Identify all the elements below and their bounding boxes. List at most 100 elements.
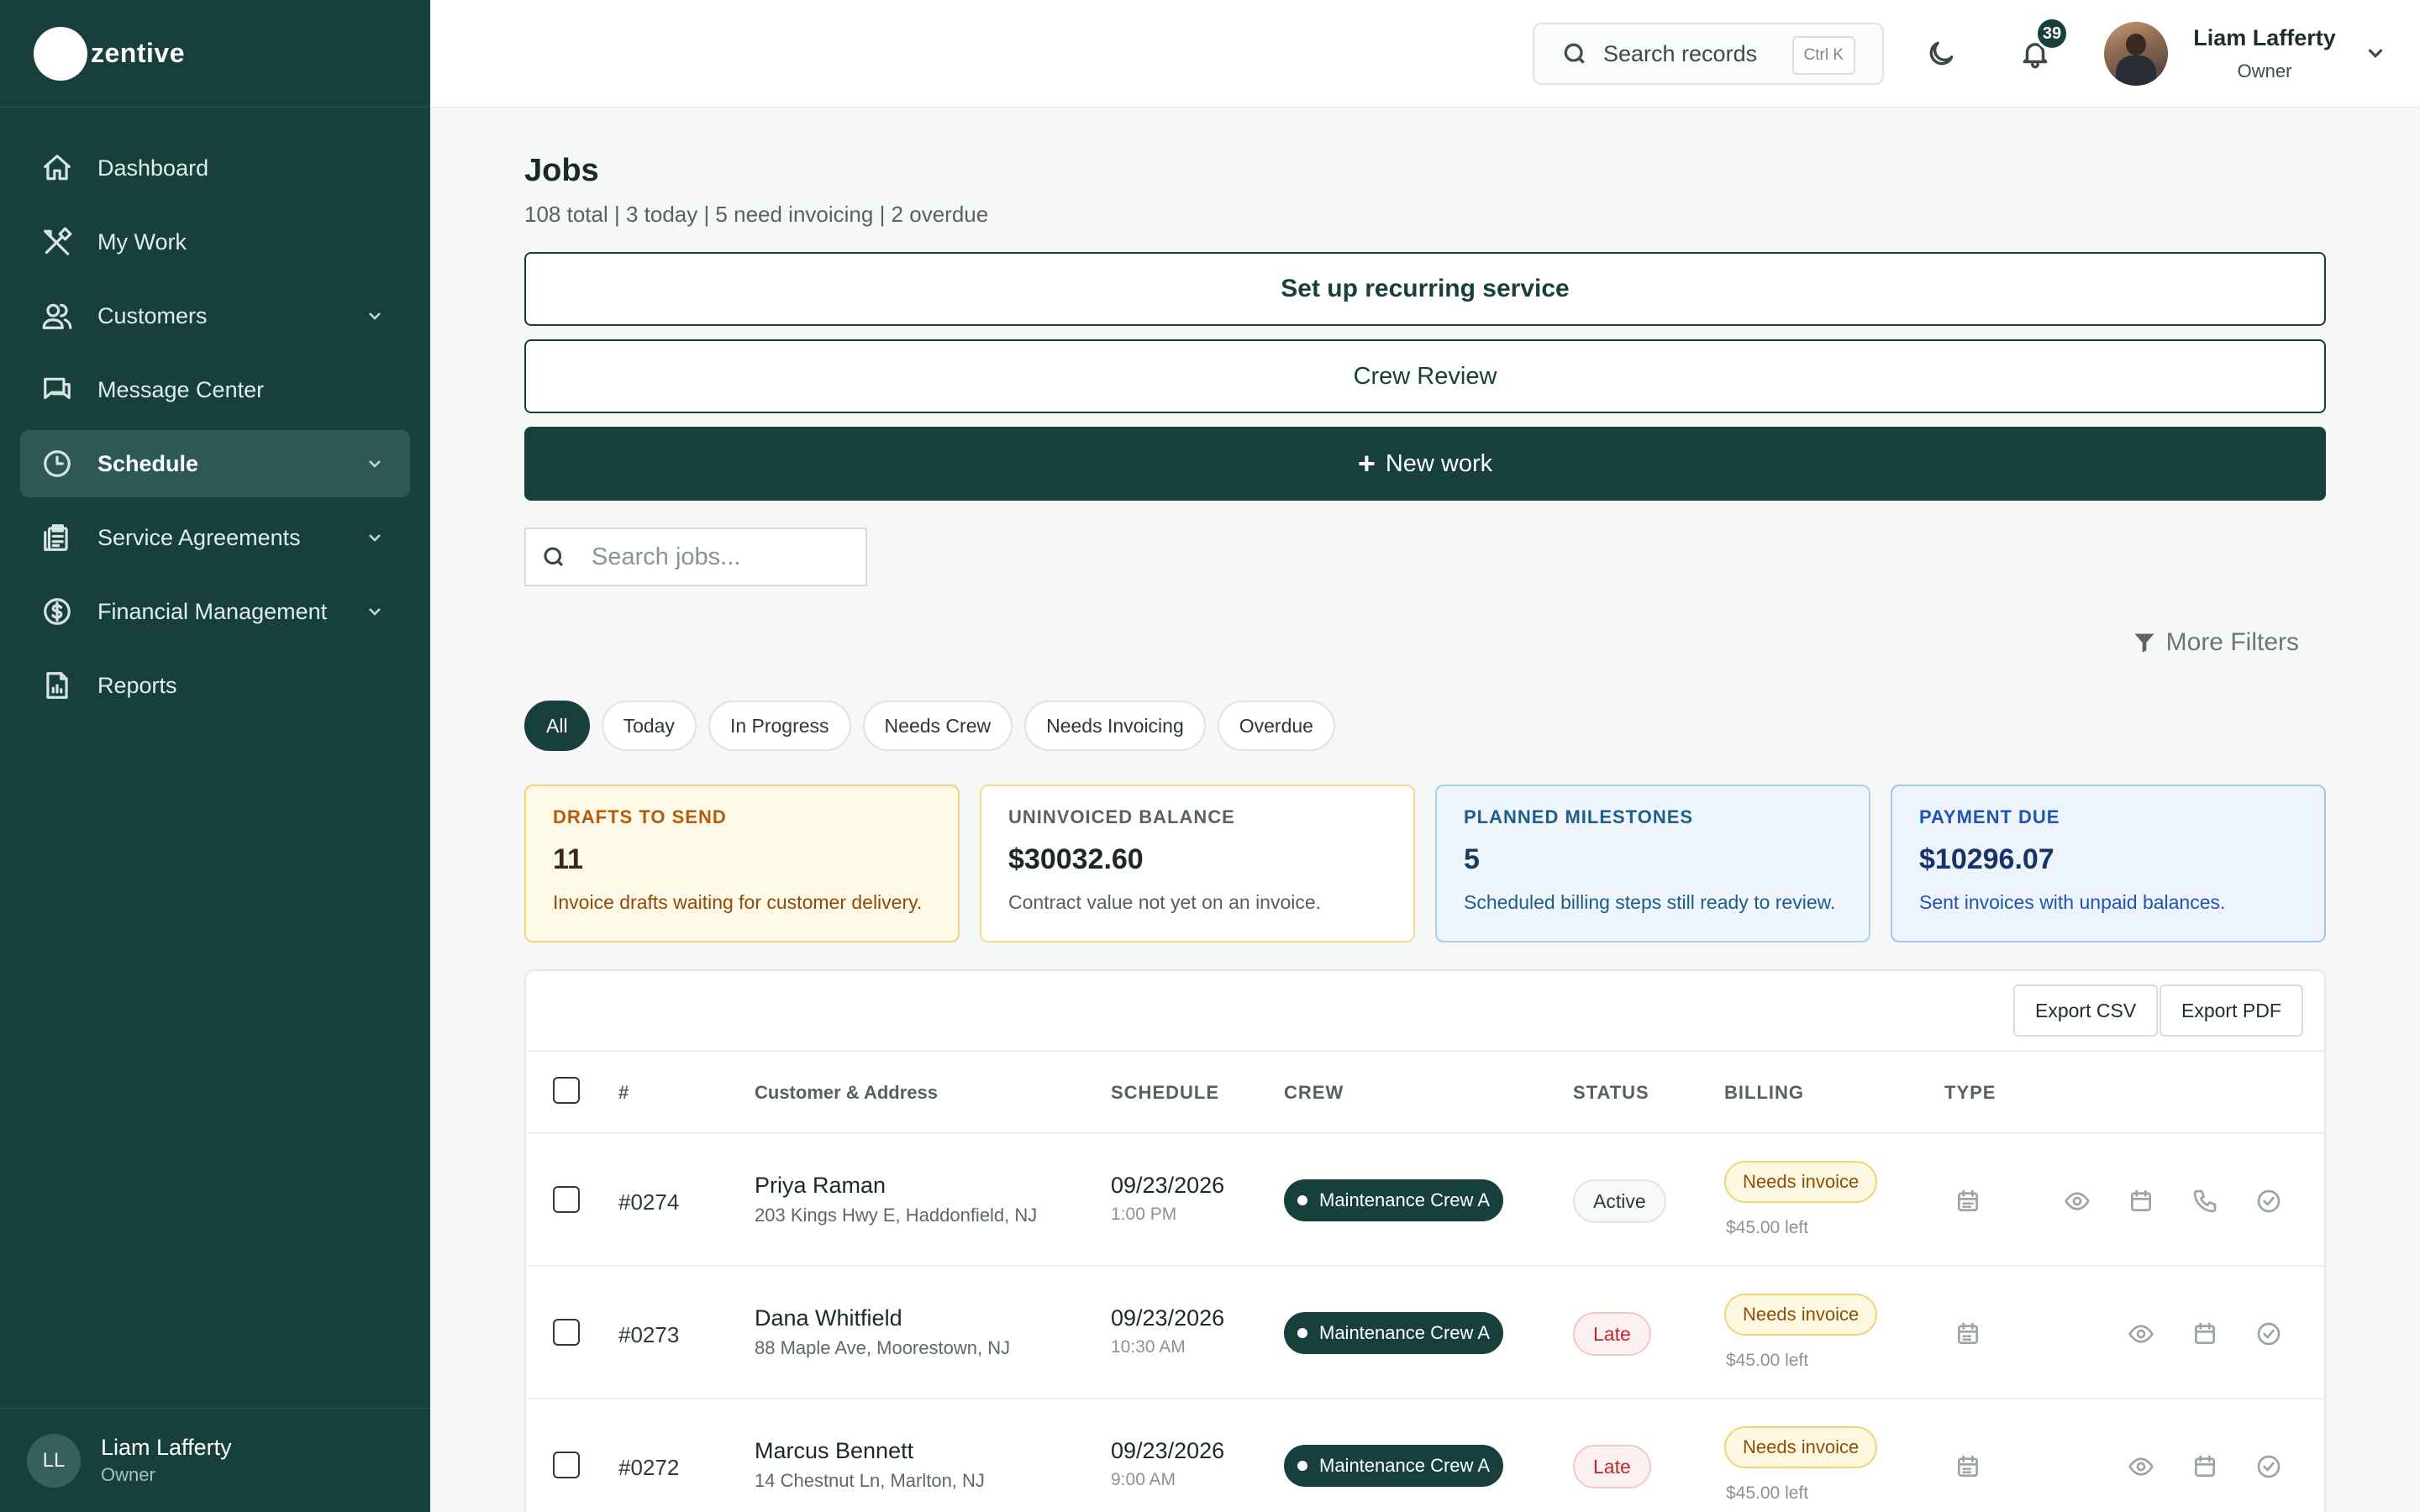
chevron-down-icon[interactable] [365, 528, 385, 548]
page-title: Jobs [524, 153, 599, 188]
table-toolbar: Export CSV Export PDF [526, 971, 2324, 1052]
card-uninvoiced-balance[interactable]: UNINVOICED BALANCE $30032.60 Contract va… [980, 785, 1415, 942]
filter-chip-needs-invoicing[interactable]: Needs Invoicing [1024, 701, 1206, 751]
header-crew[interactable]: CREW [1284, 1082, 1344, 1104]
avatar[interactable] [2104, 22, 2168, 86]
customer-address: 88 Maple Ave, Moorestown, NJ [755, 1337, 1011, 1358]
card-description: Invoice drafts waiting for customer deli… [553, 891, 923, 913]
table-row[interactable]: #0274 Priya Raman 203 Kings Hwy E, Haddo… [526, 1134, 2324, 1267]
search-icon [544, 547, 564, 567]
status-badge: Active [1573, 1179, 1666, 1223]
check-circle-icon[interactable] [2255, 1453, 2282, 1480]
sidebar-item-my-work[interactable]: My Work [20, 208, 410, 276]
billing-remaining: $45.00 left [1726, 1351, 1809, 1370]
filter-chip-needs-crew[interactable]: Needs Crew [862, 701, 1013, 751]
customer-name[interactable]: Priya Raman [755, 1173, 886, 1199]
type-calendar-icon [1954, 1320, 1981, 1347]
select-all-checkbox[interactable] [553, 1077, 580, 1104]
crew-review-button[interactable]: Crew Review [524, 339, 2326, 413]
billing-badge[interactable]: Needs invoice [1724, 1294, 1878, 1336]
job-number[interactable]: #0274 [618, 1189, 679, 1215]
table-row[interactable]: #0273 Dana Whitfield 88 Maple Ave, Moore… [526, 1267, 2324, 1399]
view-eye-icon[interactable] [2064, 1188, 2091, 1215]
crew-badge[interactable]: Maintenance Crew A [1284, 1179, 1503, 1221]
view-eye-icon[interactable] [2128, 1453, 2154, 1480]
schedule-time: 1:00 PM [1111, 1205, 1177, 1224]
sidebar-item-label: My Work [97, 228, 187, 255]
sidebar-item-label: Financial Management [97, 598, 328, 624]
header-status[interactable]: STATUS [1573, 1082, 1649, 1104]
header-billing[interactable]: BILLING [1724, 1082, 1804, 1104]
row-checkbox[interactable] [553, 1186, 580, 1213]
filter-chip-in-progress[interactable]: In Progress [708, 701, 851, 751]
sidebar-item-label: Message Center [97, 376, 265, 402]
header-schedule[interactable]: SCHEDULE [1111, 1082, 1219, 1104]
filter-chip-all[interactable]: All [524, 701, 590, 751]
card-title: PLANNED MILESTONES [1464, 806, 1694, 827]
theme-toggle-button[interactable] [1918, 30, 1965, 77]
job-number[interactable]: #0272 [618, 1455, 679, 1481]
billing-badge[interactable]: Needs invoice [1724, 1426, 1878, 1468]
crew-badge[interactable]: Maintenance Crew A [1284, 1312, 1503, 1354]
sidebar-item-schedule[interactable]: Schedule [20, 430, 410, 497]
row-checkbox[interactable] [553, 1452, 580, 1478]
chevron-down-icon[interactable] [365, 601, 385, 622]
filter-chips: All Today In Progress Needs Crew Needs I… [524, 701, 1347, 751]
billing-badge[interactable]: Needs invoice [1724, 1161, 1878, 1203]
schedule-calendar-icon[interactable] [2191, 1320, 2218, 1347]
schedule-date: 09/23/2026 [1111, 1305, 1225, 1331]
notifications-button[interactable]: 39 [2012, 17, 2069, 77]
more-filters-label: More Filters [2165, 628, 2299, 656]
customer-address: 14 Chestnut Ln, Marlton, NJ [755, 1470, 985, 1491]
search-shortcut-hint: Ctrl K [1791, 36, 1855, 75]
schedule-time: 10:30 AM [1111, 1337, 1186, 1357]
card-planned-milestones[interactable]: PLANNED MILESTONES 5 Scheduled billing s… [1435, 785, 1870, 942]
schedule-calendar-icon[interactable] [2191, 1453, 2218, 1480]
crew-badge[interactable]: Maintenance Crew A [1284, 1445, 1503, 1487]
check-circle-icon[interactable] [2255, 1188, 2282, 1215]
brand-logo-icon [34, 26, 87, 81]
card-value: 11 [553, 843, 583, 875]
table-row[interactable]: #0272 Marcus Bennett 14 Chestnut Ln, Mar… [526, 1399, 2324, 1512]
card-payment-due[interactable]: PAYMENT DUE $10296.07 Sent invoices with… [1891, 785, 2326, 942]
sidebar-item-label: Reports [97, 672, 177, 698]
setup-recurring-service-button[interactable]: Set up recurring service [524, 252, 2326, 326]
chevron-down-icon[interactable] [2363, 40, 2388, 66]
sidebar-item-financial-management[interactable]: Financial Management [20, 578, 410, 645]
sidebar-item-customers[interactable]: Customers [20, 282, 410, 349]
header-customer[interactable]: Customer & Address [755, 1082, 938, 1104]
schedule-time: 9:00 AM [1111, 1470, 1176, 1489]
crew-dot-icon [1297, 1328, 1307, 1338]
brand[interactable]: zentive [0, 0, 430, 108]
filter-chip-overdue[interactable]: Overdue [1217, 701, 1335, 751]
phone-icon[interactable] [2191, 1188, 2218, 1215]
chevron-down-icon[interactable] [365, 306, 385, 326]
sidebar-item-message-center[interactable]: Message Center [20, 356, 410, 423]
filter-chip-today[interactable]: Today [601, 701, 697, 751]
top-user-name[interactable]: Liam Lafferty [2185, 25, 2344, 51]
view-eye-icon[interactable] [2128, 1320, 2154, 1347]
export-csv-button[interactable]: Export CSV [2013, 984, 2159, 1037]
sidebar-item-dashboard[interactable]: Dashboard [20, 134, 410, 202]
chevron-down-icon[interactable] [365, 454, 385, 474]
jobs-search-input[interactable] [592, 543, 860, 571]
job-number[interactable]: #0273 [618, 1322, 679, 1348]
row-checkbox[interactable] [553, 1319, 580, 1346]
new-work-button[interactable]: + New work [524, 427, 2326, 501]
sidebar-item-reports[interactable]: Reports [20, 652, 410, 719]
sidebar-user[interactable]: LL Liam Lafferty Owner [0, 1408, 430, 1512]
header-type[interactable]: TYPE [1944, 1082, 1996, 1104]
more-filters-button[interactable]: More Filters [2133, 628, 2299, 657]
customer-name[interactable]: Marcus Bennett [755, 1438, 913, 1464]
global-search[interactable]: Search records Ctrl K [1533, 23, 1884, 85]
sidebar-item-label: Service Agreements [97, 524, 301, 550]
notification-count-badge: 39 [2035, 17, 2069, 50]
export-pdf-button[interactable]: Export PDF [2160, 984, 2303, 1037]
sidebar-item-service-agreements[interactable]: Service Agreements [20, 504, 410, 571]
schedule-calendar-icon[interactable] [2128, 1188, 2154, 1215]
chat-icon [40, 373, 74, 407]
type-calendar-icon [1954, 1453, 1981, 1480]
customer-name[interactable]: Dana Whitfield [755, 1305, 902, 1331]
card-drafts-to-send[interactable]: DRAFTS TO SEND 11 Invoice drafts waiting… [524, 785, 960, 942]
check-circle-icon[interactable] [2255, 1320, 2282, 1347]
